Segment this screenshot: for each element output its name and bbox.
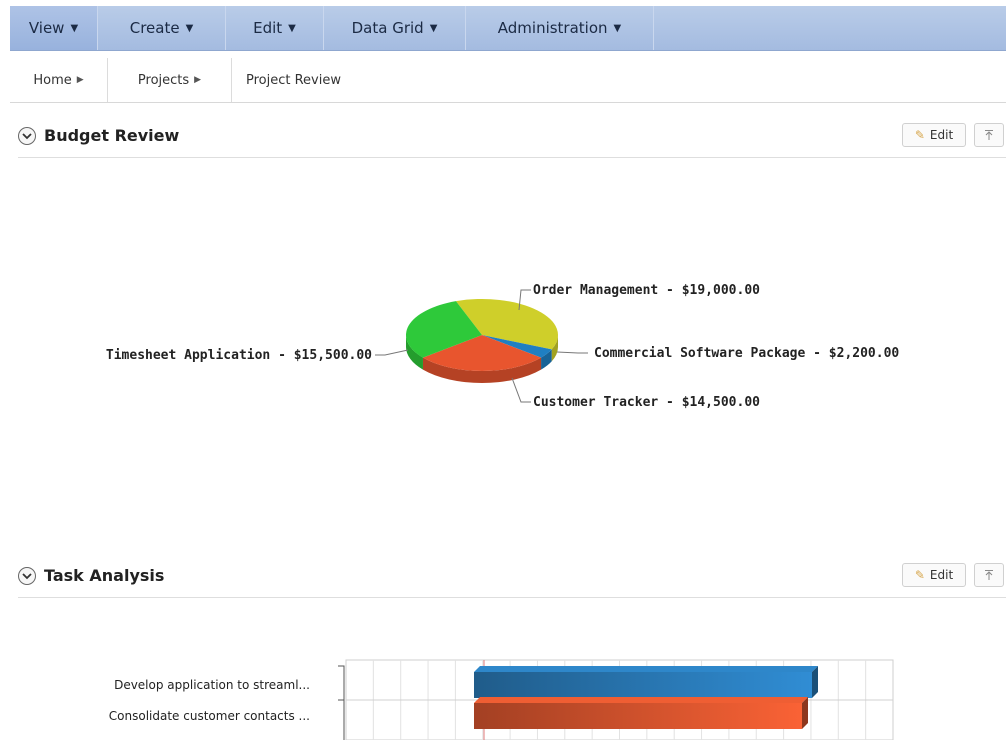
task-bar	[474, 703, 802, 729]
tasks-back-to-top-button[interactable]	[974, 563, 1004, 587]
menu-edit[interactable]: Edit ▼	[226, 6, 324, 50]
pie-leader-line	[511, 377, 531, 403]
chevron-down-icon: ▼	[185, 22, 194, 34]
pencil-icon: ✎	[914, 568, 925, 582]
breadcrumb-current: Project Review	[232, 58, 432, 102]
chevron-down-icon: ▼	[429, 22, 438, 34]
chevron-down-icon: ▼	[70, 22, 79, 34]
arrow-to-top-icon	[985, 570, 993, 580]
budget-pie-chart: Order Management - $19,000.00 Commercial …	[106, 283, 900, 410]
chevron-down-icon: ▼	[613, 22, 622, 34]
task-bar-chart: Develop application to streaml... Consoli…	[109, 659, 894, 740]
task-bar	[474, 672, 812, 698]
menu-view-label: View	[28, 19, 65, 37]
pie-leader-line	[556, 351, 588, 354]
tasks-region-header: Task Analysis ✎ Edit	[18, 558, 1006, 598]
collapse-toggle-icon[interactable]	[18, 127, 36, 145]
pencil-icon: ✎	[914, 128, 925, 142]
menu-create-label: Create	[129, 19, 180, 37]
menu-create[interactable]: Create ▼	[98, 6, 226, 50]
breadcrumb-current-label: Project Review	[246, 72, 341, 88]
budget-region-header: Budget Review ✎ Edit	[18, 118, 1006, 158]
budget-edit-label: Edit	[929, 128, 954, 142]
pie-slice-label: Order Management - $19,000.00	[533, 283, 760, 298]
tasks-region-title: Task Analysis	[44, 566, 165, 585]
breadcrumb: Home ▶ Projects ▶ Project Review	[10, 58, 1006, 103]
pie-slice-label: Customer Tracker - $14,500.00	[533, 395, 760, 410]
arrow-to-top-icon	[985, 130, 993, 140]
pie-slice-label: Timesheet Application - $15,500.00	[106, 348, 372, 363]
breadcrumb-projects[interactable]: Projects ▶	[108, 58, 232, 102]
collapse-toggle-icon[interactable]	[18, 567, 36, 585]
budget-back-to-top-button[interactable]	[974, 123, 1004, 147]
bar-category-label: Consolidate customer contacts ...	[109, 709, 310, 723]
chevron-down-icon: ▼	[288, 22, 296, 34]
chevron-right-icon: ▶	[194, 75, 202, 85]
menu-administration-label: Administration	[497, 19, 608, 37]
breadcrumb-home[interactable]: Home ▶	[10, 58, 108, 102]
menu-view[interactable]: View ▼	[10, 6, 98, 50]
main-menu-bar: View ▼ Create ▼ Edit ▼ Data Grid ▼ Admin…	[10, 6, 1006, 51]
menu-data-grid[interactable]: Data Grid ▼	[324, 6, 466, 50]
bar-top-face	[474, 697, 808, 703]
menu-data-grid-label: Data Grid	[351, 19, 424, 37]
breadcrumb-projects-label: Projects	[137, 72, 190, 88]
tasks-edit-label: Edit	[929, 568, 954, 582]
bar-category-label: Develop application to streaml...	[114, 678, 310, 692]
pie-leader-line	[375, 349, 409, 356]
pie-slice-label: Commercial Software Package - $2,200.00	[594, 346, 899, 361]
budget-edit-button[interactable]: ✎ Edit	[902, 123, 966, 147]
chevron-right-icon: ▶	[76, 75, 84, 85]
menu-administration[interactable]: Administration ▼	[466, 6, 654, 50]
tasks-edit-button[interactable]: ✎ Edit	[902, 563, 966, 587]
budget-region-title: Budget Review	[44, 126, 180, 145]
bar-top-face	[474, 666, 818, 672]
bar-axis	[338, 665, 345, 740]
breadcrumb-home-label: Home	[33, 72, 72, 88]
menu-edit-label: Edit	[253, 19, 283, 37]
